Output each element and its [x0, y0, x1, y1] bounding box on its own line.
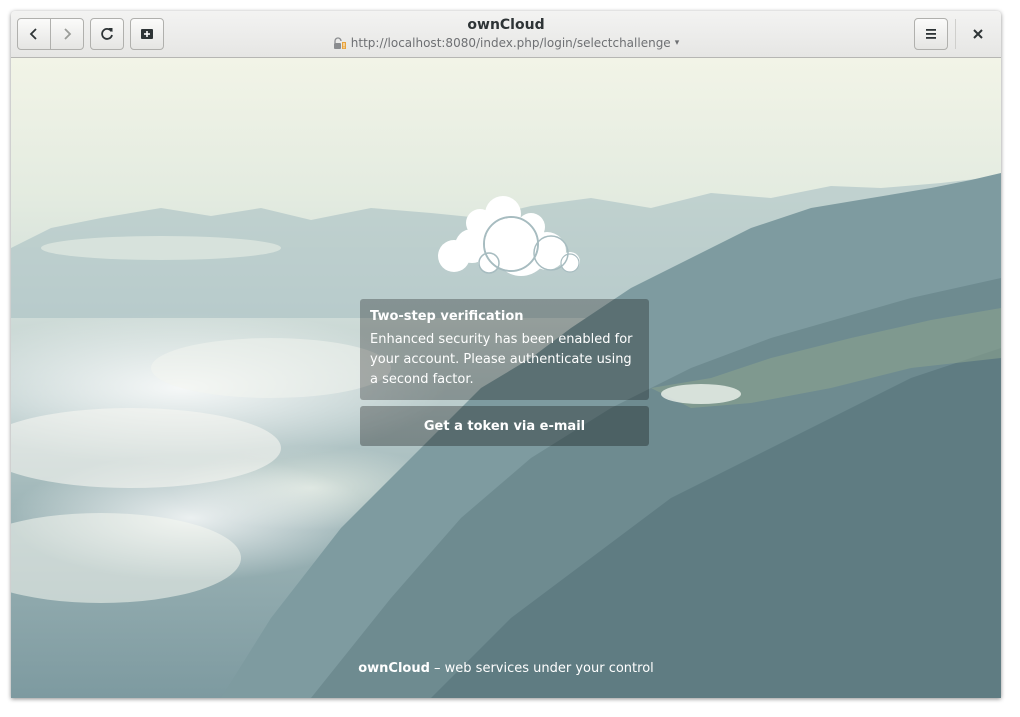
chevron-right-icon	[64, 28, 72, 40]
header-separator	[955, 19, 956, 49]
url-bar[interactable]: http://localhost:8080/index.php/login/se…	[311, 36, 701, 50]
close-icon	[973, 29, 983, 39]
page-content: Two-step verification Enhanced security …	[11, 58, 1001, 698]
close-window-button[interactable]	[961, 18, 995, 50]
back-button[interactable]	[17, 18, 51, 50]
two-step-verification-card: Two-step verification Enhanced security …	[360, 299, 649, 400]
footer-brand[interactable]: ownCloud	[358, 661, 430, 676]
header-bar: ownCloud http://localhost:8080/index.php…	[11, 11, 1001, 58]
chevron-left-icon	[29, 28, 37, 40]
url-dropdown-icon[interactable]: ▾	[675, 36, 680, 50]
browser-window: ownCloud http://localhost:8080/index.php…	[11, 11, 1001, 698]
forward-button[interactable]	[50, 18, 84, 50]
menu-button[interactable]	[914, 18, 948, 50]
reload-button[interactable]	[90, 18, 124, 50]
insecure-lock-icon	[333, 36, 346, 49]
new-tab-icon	[141, 29, 153, 39]
footer: ownCloud – web services under your contr…	[11, 661, 1001, 676]
window-title: ownCloud	[467, 17, 545, 33]
hamburger-menu-icon	[926, 29, 936, 39]
email-token-button[interactable]: Get a token via e-mail	[360, 406, 649, 446]
owncloud-logo	[438, 196, 580, 276]
new-tab-button[interactable]	[130, 18, 164, 50]
card-title: Two-step verification	[370, 309, 524, 324]
url-text: http://localhost:8080/index.php/login/se…	[350, 36, 671, 50]
reload-icon	[101, 28, 113, 40]
footer-tagline: – web services under your control	[429, 661, 654, 676]
card-description: Enhanced security has been enabled for y…	[370, 332, 633, 387]
title-block: ownCloud http://localhost:8080/index.php…	[311, 16, 701, 50]
